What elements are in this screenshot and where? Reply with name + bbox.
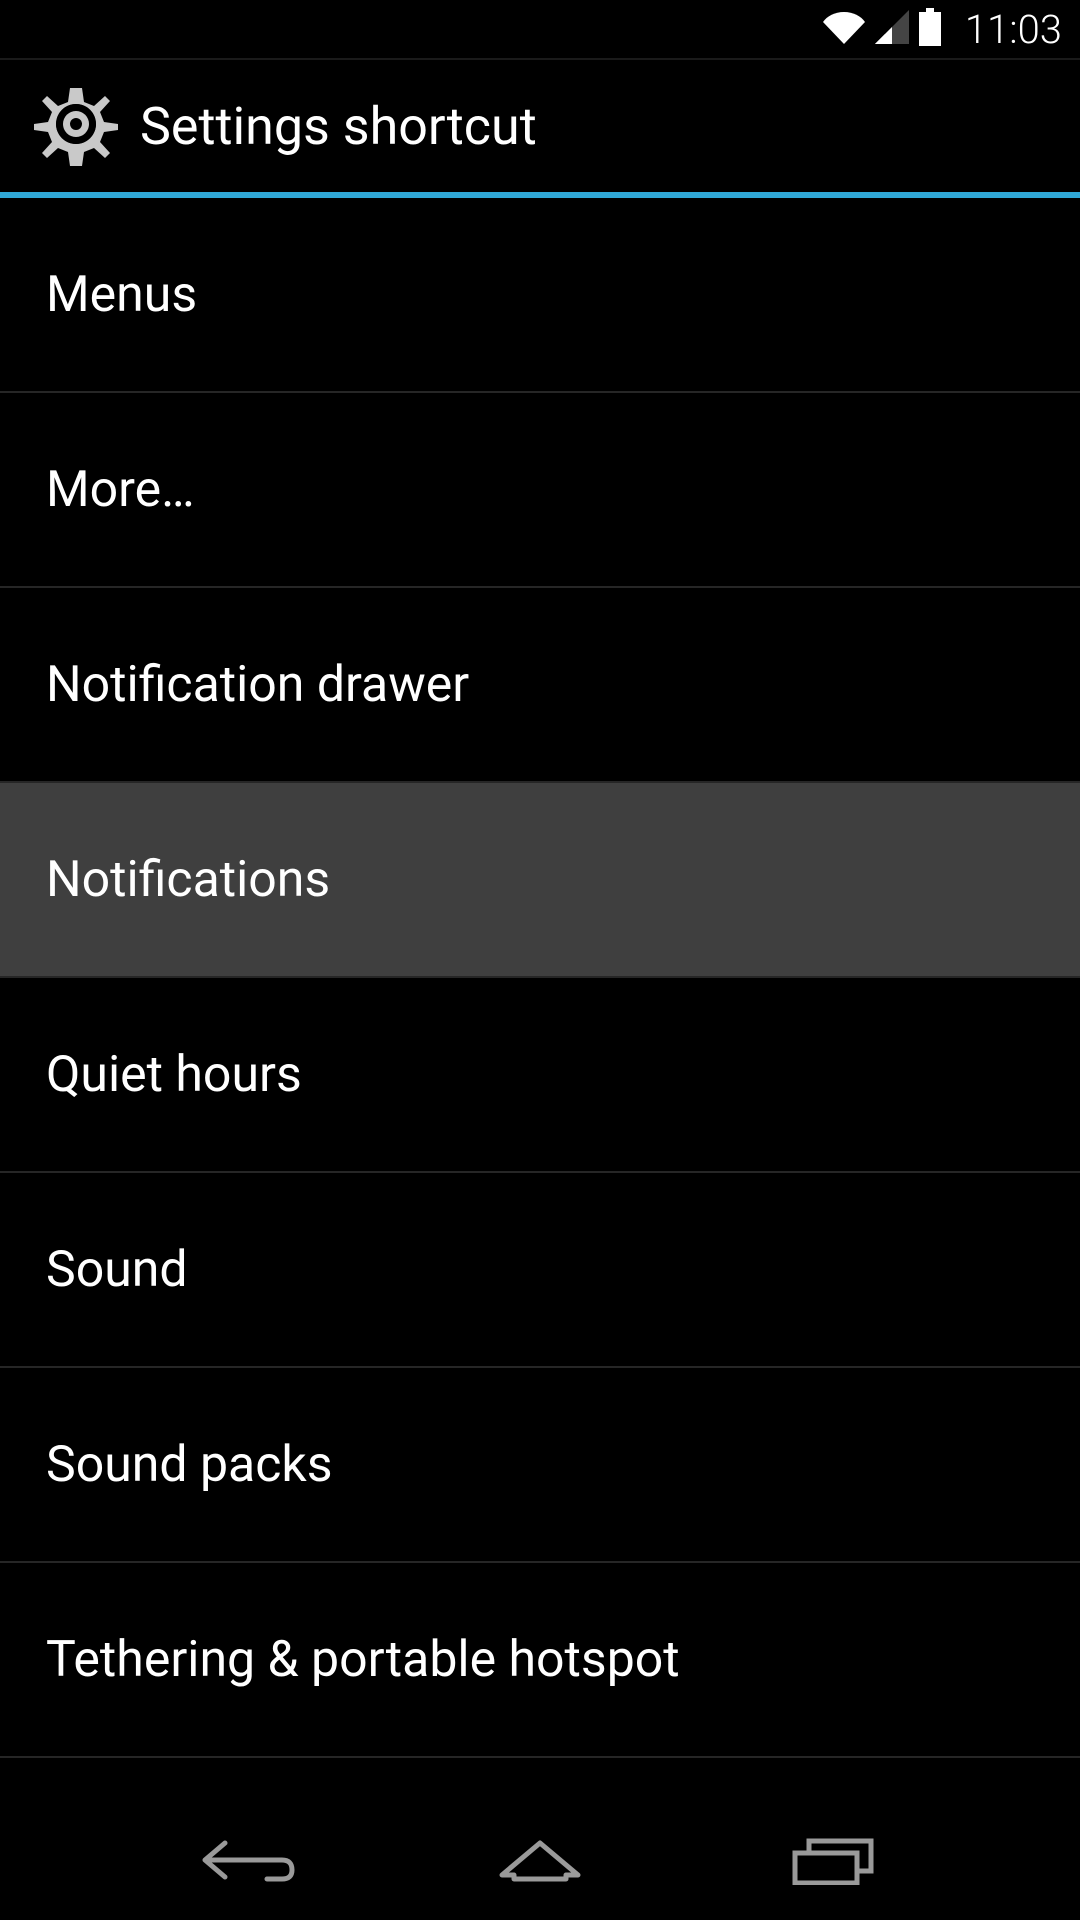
list-item-label: Quiet hours [46, 1046, 302, 1104]
list-item-label: Notification drawer [46, 656, 469, 714]
list-item-label: Notifications [46, 851, 330, 909]
settings-list: Menus More… Notification drawer Notifica… [0, 198, 1080, 1758]
home-button[interactable] [470, 1825, 610, 1895]
list-item-sound-packs[interactable]: Sound packs [0, 1368, 1080, 1563]
navigation-bar [0, 1800, 1080, 1920]
status-time: 11:03 [965, 6, 1062, 53]
header-title: Settings shortcut [140, 96, 537, 157]
list-item-label: Menus [46, 266, 197, 324]
list-item-quiet-hours[interactable]: Quiet hours [0, 978, 1080, 1173]
recent-apps-button[interactable] [763, 1825, 903, 1895]
list-item-label: Sound packs [46, 1436, 333, 1494]
list-item-notification-drawer[interactable]: Notification drawer [0, 588, 1080, 783]
list-item-menus[interactable]: Menus [0, 198, 1080, 393]
gear-icon [34, 82, 118, 170]
list-item-more[interactable]: More… [0, 393, 1080, 588]
list-item-label: Sound [46, 1241, 188, 1299]
list-item-label: Tethering & portable hotspot [46, 1631, 680, 1689]
wifi-icon [823, 10, 865, 48]
back-button[interactable] [177, 1825, 317, 1895]
header: Settings shortcut [0, 60, 1080, 198]
status-bar: 11:03 [0, 0, 1080, 60]
list-item-sound[interactable]: Sound [0, 1173, 1080, 1368]
cellular-icon [875, 10, 909, 48]
list-item-notifications[interactable]: Notifications [0, 783, 1080, 978]
list-item-tethering[interactable]: Tethering & portable hotspot [0, 1563, 1080, 1758]
list-item-label: More… [46, 461, 195, 519]
status-icons: 11:03 [823, 6, 1062, 53]
battery-icon [919, 8, 941, 50]
